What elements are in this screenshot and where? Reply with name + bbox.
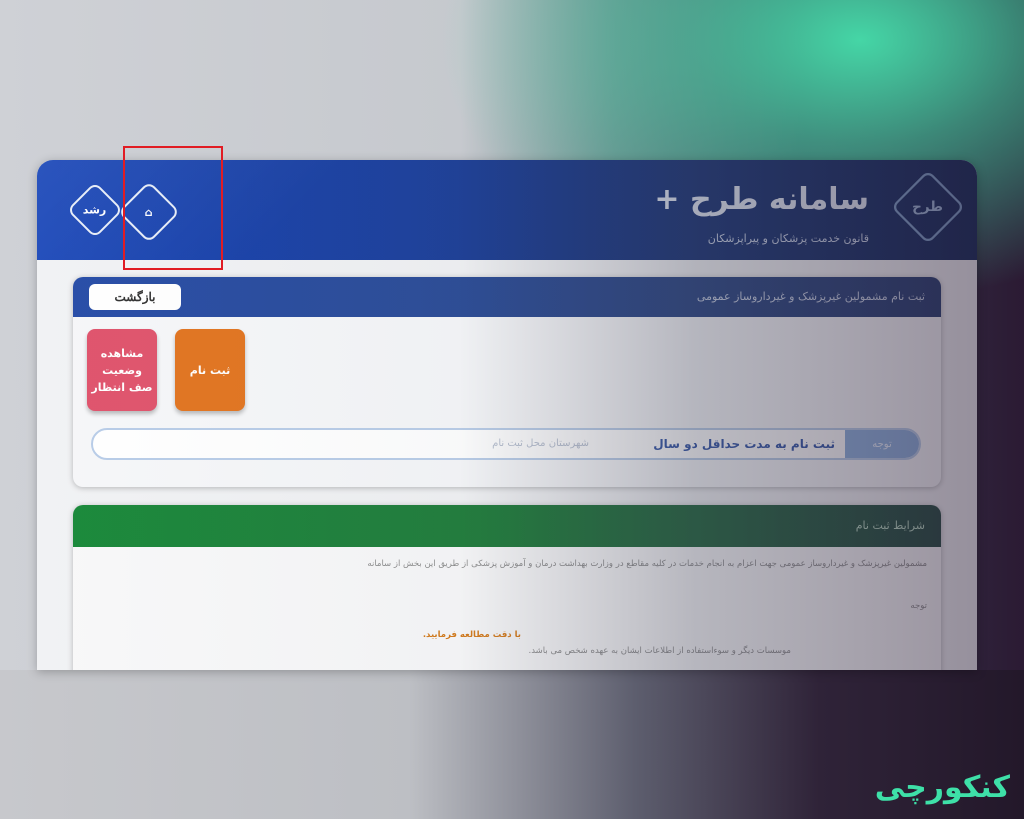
terms-line: مشمولین غیرپزشک و غیرداروساز عمومی جهت ا… [367,559,927,569]
panel-title: ثبت نام مشمولین غیرپزشک و غیرداروساز عمو… [696,290,925,303]
back-button[interactable]: بازگشت [89,284,181,310]
notice-faded-text: شهرستان محل ثبت نام [492,438,589,449]
home-badge-icon[interactable]: ⌂ [117,180,181,244]
terms-title: شرایط ثبت نام [855,519,925,532]
terms-line: موسسات دیگر و سوءاستفاده از اطلاعات ایشا… [528,646,792,656]
registration-panel: ثبت نام مشمولین غیرپزشک و غیرداروساز عمو… [73,277,941,487]
notice-bar: شهرستان محل ثبت نام ثبت نام به مدت حداقل… [91,428,921,460]
notice-button[interactable]: توجه [845,430,919,458]
background-bottom-band [0,670,1024,819]
terms-line: توجه [910,601,927,611]
site-subtitle: قانون خدمت پزشکان و پیراپزشکان [707,232,869,245]
terms-line-accent: با دقت مطالعه فرمایید. [422,630,521,640]
rushd-badge-icon[interactable]: رشد [66,181,124,239]
terms-header: شرایط ثبت نام [73,505,941,547]
terms-panel: شرایط ثبت نام مشمولین غیرپزشک و غیرداروس… [73,505,941,670]
register-tile[interactable]: ثبت نام [175,329,245,419]
panel-header: ثبت نام مشمولین غیرپزشک و غیرداروساز عمو… [73,277,941,317]
view-queue-status-tile[interactable]: مشاهده وضعیت صف انتظار [87,329,157,419]
notice-text: ثبت نام به مدت حداقل دو سال [653,437,835,451]
site-title: سامانه طرح + [654,182,869,217]
site-header: طرح سامانه طرح + قانون خدمت پزشکان و پیر… [37,160,977,260]
brand-logo: کنکورچی [874,770,1010,805]
browser-window: طرح سامانه طرح + قانون خدمت پزشکان و پیر… [37,160,977,670]
site-logo-icon: طرح [890,169,966,245]
